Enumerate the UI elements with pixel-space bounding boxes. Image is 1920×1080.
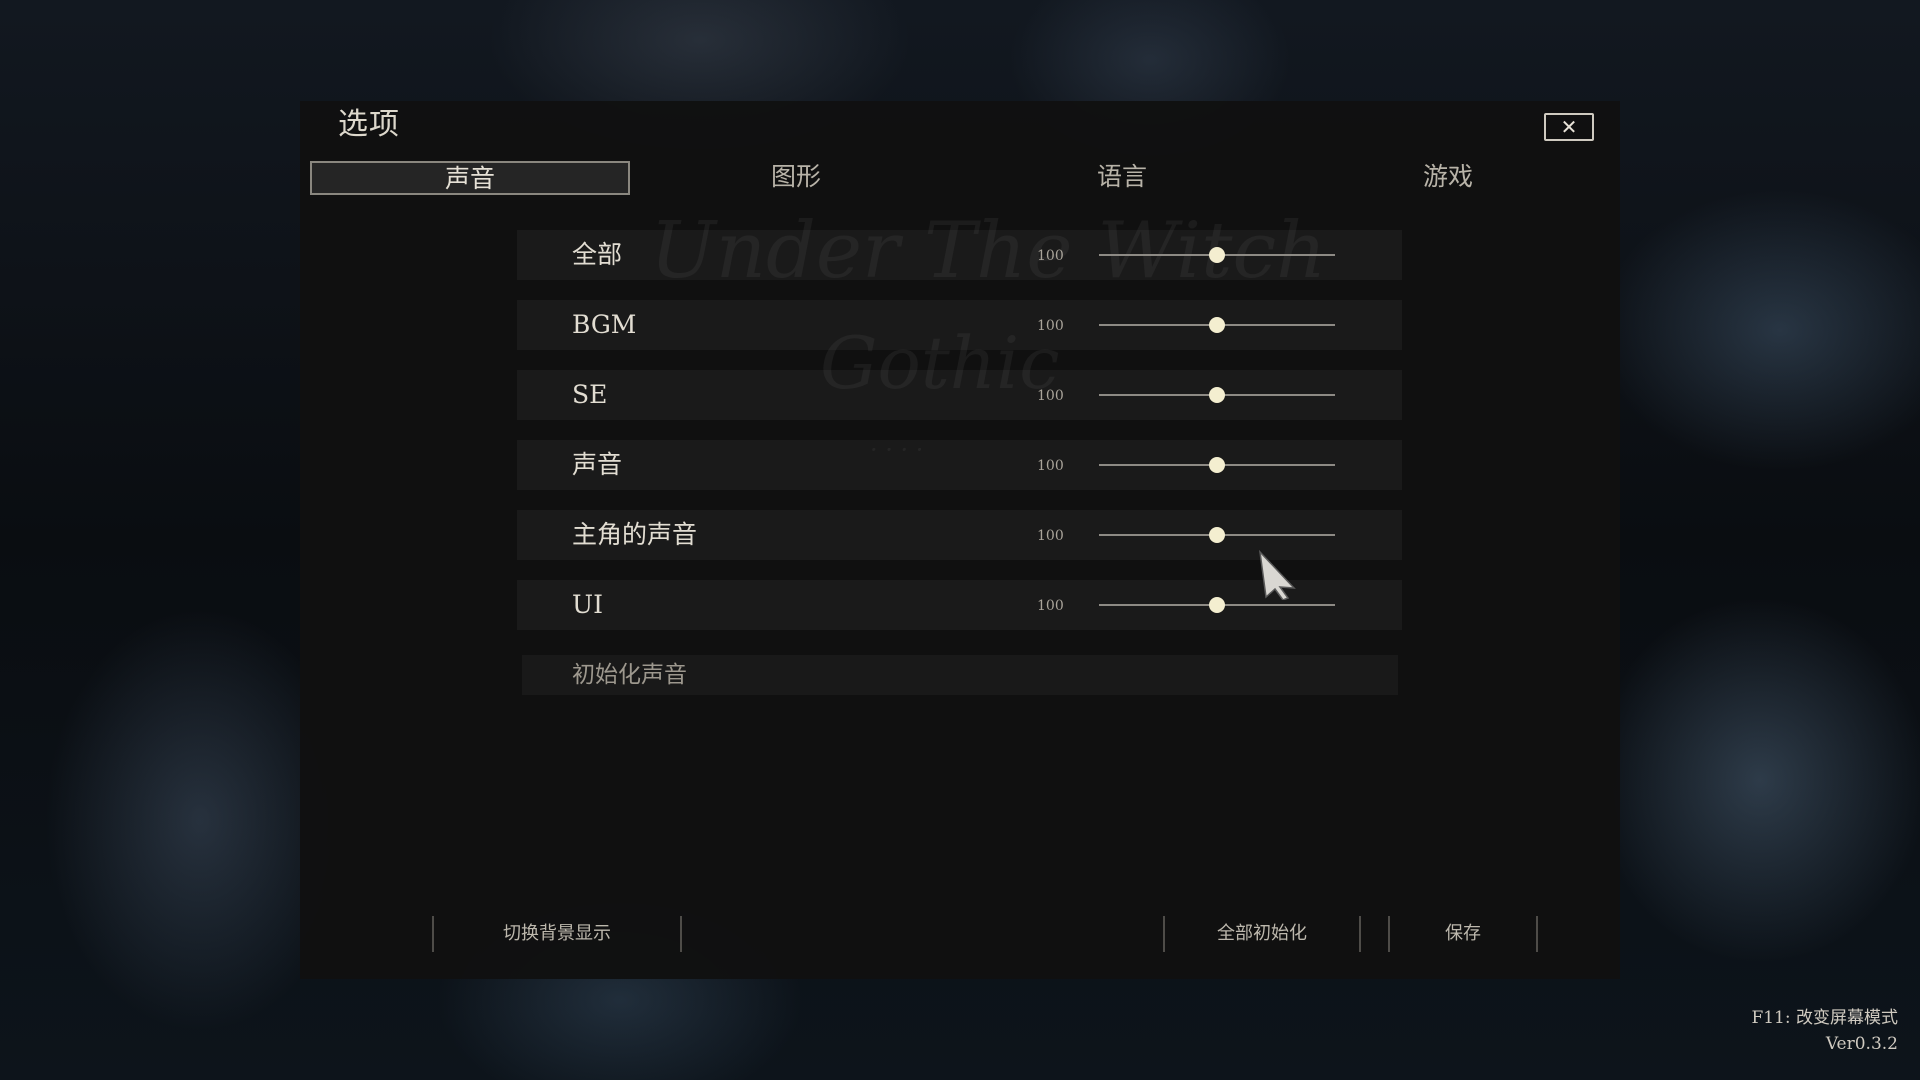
- slider-thumb[interactable]: [1209, 597, 1225, 613]
- toggle-background-label: 切换背景显示: [503, 923, 611, 944]
- close-x-icon: ✕: [1560, 115, 1578, 139]
- button-divider: [1163, 916, 1165, 952]
- button-divider: [432, 916, 434, 952]
- volume-value: 100: [1037, 248, 1064, 264]
- reset-sound-button[interactable]: 初始化声音: [522, 655, 1398, 695]
- dialog-title: 选项: [338, 107, 400, 142]
- button-divider: [1359, 916, 1361, 952]
- mouse-cursor-icon: [1258, 550, 1296, 600]
- version-label: Ver0.3.2: [1825, 1034, 1898, 1054]
- screen-mode-hint: F11: 改变屏幕模式: [1751, 1008, 1898, 1028]
- save-button[interactable]: 保存: [1388, 916, 1538, 952]
- volume-value: 100: [1037, 388, 1064, 404]
- volume-value: 100: [1037, 318, 1064, 334]
- volume-row-master: 全部 100: [517, 230, 1402, 280]
- button-divider: [1388, 916, 1390, 952]
- tab-bar: 声音 图形 语言 游戏: [310, 161, 1610, 195]
- reset-all-button[interactable]: 全部初始化: [1163, 916, 1361, 952]
- volume-label: UI: [572, 590, 603, 619]
- volume-label: BGM: [572, 310, 637, 339]
- volume-label: 全部: [572, 240, 623, 269]
- volume-label: 主角的声音: [572, 520, 698, 549]
- options-dialog: 选项 ✕ 声音 图形 语言 游戏 Under The Witch Gothic …: [300, 101, 1620, 979]
- toggle-background-button[interactable]: 切换背景显示: [432, 916, 682, 952]
- volume-value: 100: [1037, 598, 1064, 614]
- volume-label: 声音: [572, 450, 623, 479]
- close-button[interactable]: ✕: [1544, 113, 1594, 141]
- button-divider: [1536, 916, 1538, 952]
- slider-thumb[interactable]: [1209, 247, 1225, 263]
- tab-graphics[interactable]: 图形: [636, 161, 956, 195]
- slider-thumb[interactable]: [1209, 457, 1225, 473]
- button-divider: [680, 916, 682, 952]
- reset-sound-label: 初始化声音: [572, 662, 687, 688]
- volume-slider[interactable]: [1099, 370, 1335, 420]
- slider-thumb[interactable]: [1209, 317, 1225, 333]
- volume-slider[interactable]: [1099, 230, 1335, 280]
- tab-sound[interactable]: 声音: [310, 161, 630, 195]
- volume-value: 100: [1037, 528, 1064, 544]
- tab-language[interactable]: 语言: [962, 161, 1282, 195]
- volume-value: 100: [1037, 458, 1064, 474]
- volume-row-se: SE 100: [517, 370, 1402, 420]
- tab-game[interactable]: 游戏: [1288, 161, 1608, 195]
- slider-thumb[interactable]: [1209, 387, 1225, 403]
- save-label: 保存: [1445, 923, 1481, 944]
- volume-slider[interactable]: [1099, 440, 1335, 490]
- slider-thumb[interactable]: [1209, 527, 1225, 543]
- reset-all-label: 全部初始化: [1217, 923, 1307, 944]
- volume-slider[interactable]: [1099, 300, 1335, 350]
- volume-label: SE: [572, 380, 608, 409]
- volume-row-bgm: BGM 100: [517, 300, 1402, 350]
- volume-row-voice: 声音 100: [517, 440, 1402, 490]
